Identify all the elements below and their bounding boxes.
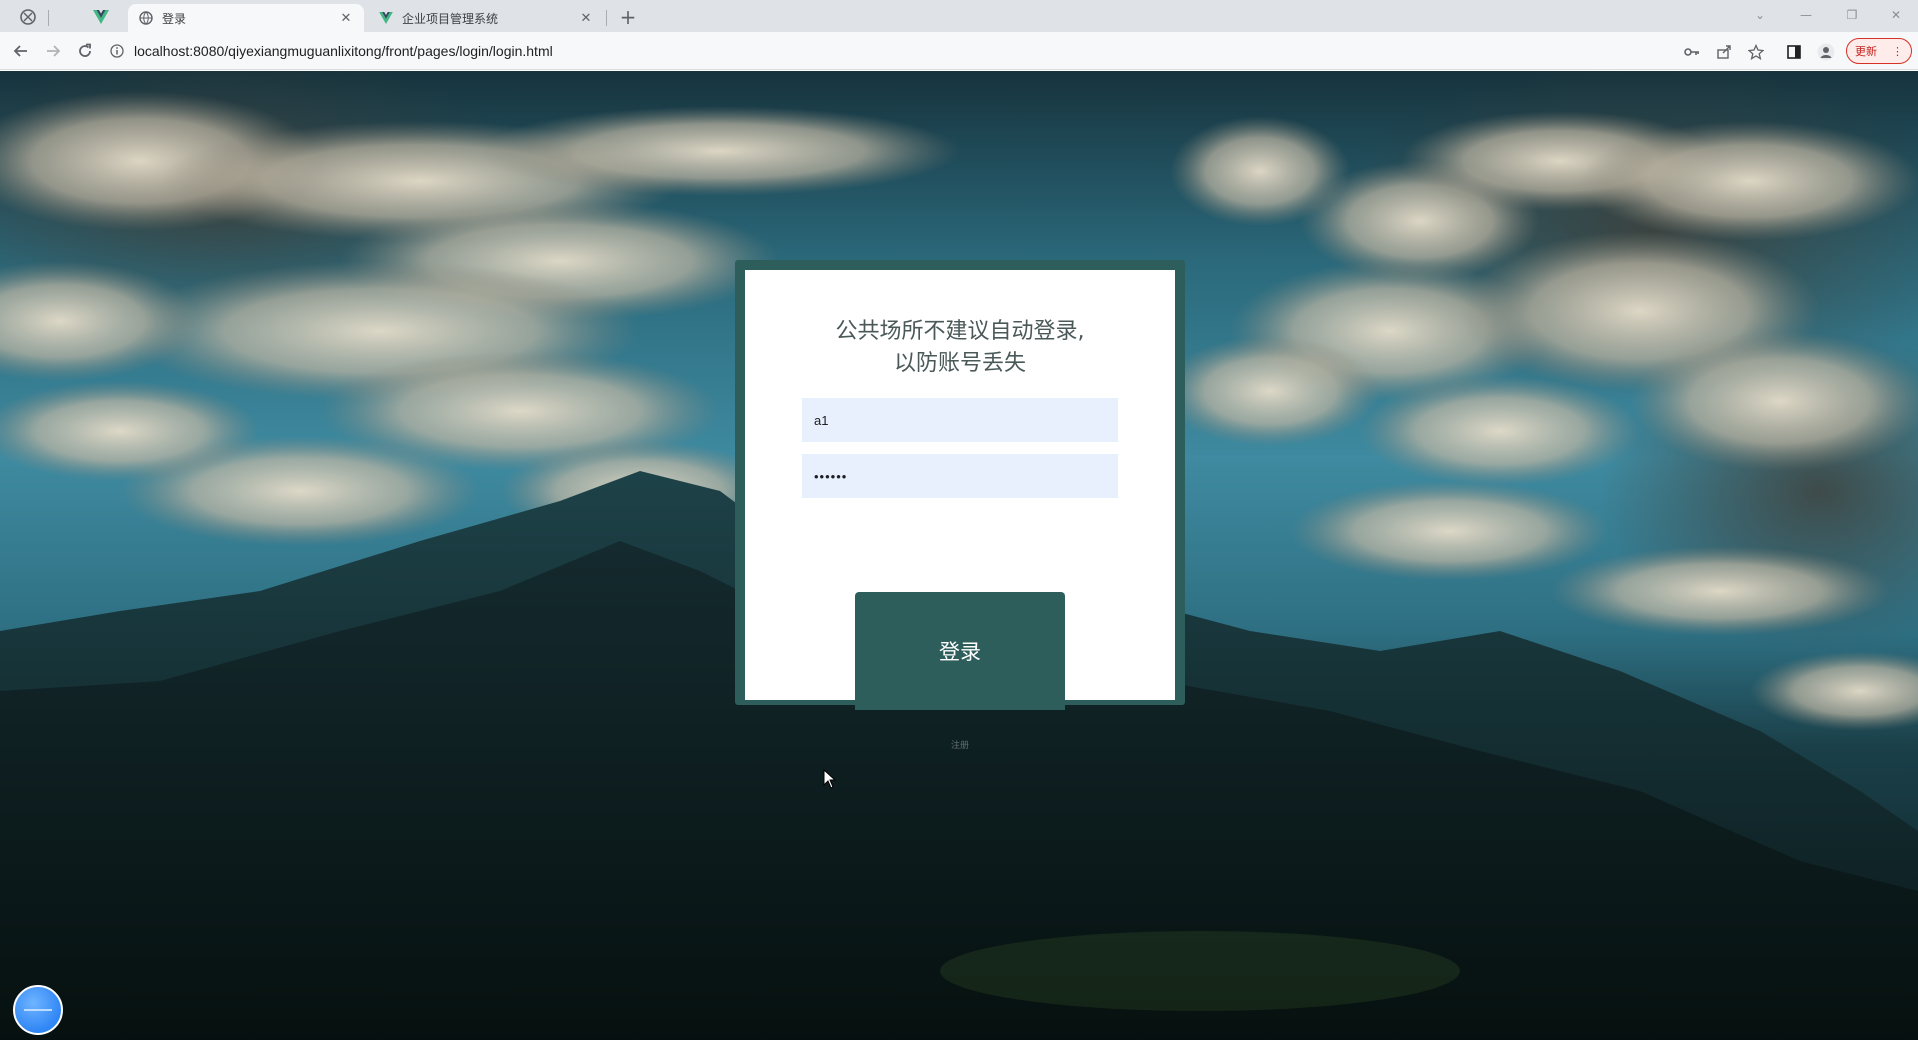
login-notice-line2: 以防账号丢失	[893, 351, 1026, 376]
url-text: localhost:8080/qiyexiangmuguanlixitong/f…	[134, 43, 553, 59]
login-notice: 公共场所不建议自动登录, 以防账号丢失	[745, 316, 1175, 380]
new-tab-button[interactable]: +	[614, 4, 642, 30]
browser-toolbar: localhost:8080/qiyexiangmuguanlixitong/f…	[0, 32, 1918, 70]
side-panel-icon[interactable]	[1784, 42, 1804, 62]
tab-pinned[interactable]	[86, 4, 116, 30]
share-icon[interactable]	[1714, 42, 1734, 62]
tab-title: 登录	[162, 11, 187, 26]
forward-icon[interactable]	[40, 38, 66, 64]
update-button[interactable]: 更新 ⋮	[1846, 38, 1912, 64]
address-bar[interactable]: localhost:8080/qiyexiangmuguanlixitong/f…	[108, 36, 1668, 66]
window-close-icon[interactable]: ✕	[1876, 4, 1916, 26]
minimize-icon[interactable]: —	[1786, 4, 1826, 26]
key-icon[interactable]	[1682, 42, 1702, 62]
vue-logo-icon	[93, 10, 109, 24]
info-icon[interactable]	[108, 42, 126, 60]
mouse-cursor-icon	[823, 769, 837, 789]
tab-project-system[interactable]: 企业项目管理系统 ✕	[368, 4, 604, 32]
tab-search-icon[interactable]: ⌄	[1740, 4, 1780, 26]
password-input[interactable]	[802, 454, 1118, 498]
browser-menu-icon[interactable]	[8, 4, 48, 30]
update-label: 更新	[1855, 45, 1877, 58]
login-notice-line1: 公共场所不建议自动登录,	[835, 319, 1085, 344]
tab-login[interactable]: 登录 ✕	[128, 4, 364, 32]
floating-assist-button[interactable]	[13, 985, 63, 1035]
minus-icon	[24, 1009, 52, 1011]
more-vert-icon: ⋮	[1892, 44, 1903, 58]
tab-title: 企业项目管理系统	[402, 11, 499, 26]
close-icon[interactable]: ✕	[338, 10, 354, 26]
browser-tabstrip: 登录 ✕ 企业项目管理系统 ✕ + ⌄ — ❐ ✕	[0, 0, 1918, 32]
profile-avatar-icon[interactable]	[1816, 42, 1836, 62]
close-icon[interactable]: ✕	[578, 10, 594, 26]
restore-icon[interactable]: ❐	[1832, 4, 1872, 26]
bookmark-star-icon[interactable]	[1746, 42, 1766, 62]
register-link[interactable]: 注册	[935, 738, 985, 751]
globe-icon	[138, 10, 154, 26]
back-icon[interactable]	[8, 38, 34, 64]
vue-logo-icon	[378, 10, 394, 26]
username-input[interactable]	[802, 398, 1118, 442]
login-button[interactable]: 登录	[855, 592, 1065, 710]
reload-icon[interactable]	[72, 38, 98, 64]
